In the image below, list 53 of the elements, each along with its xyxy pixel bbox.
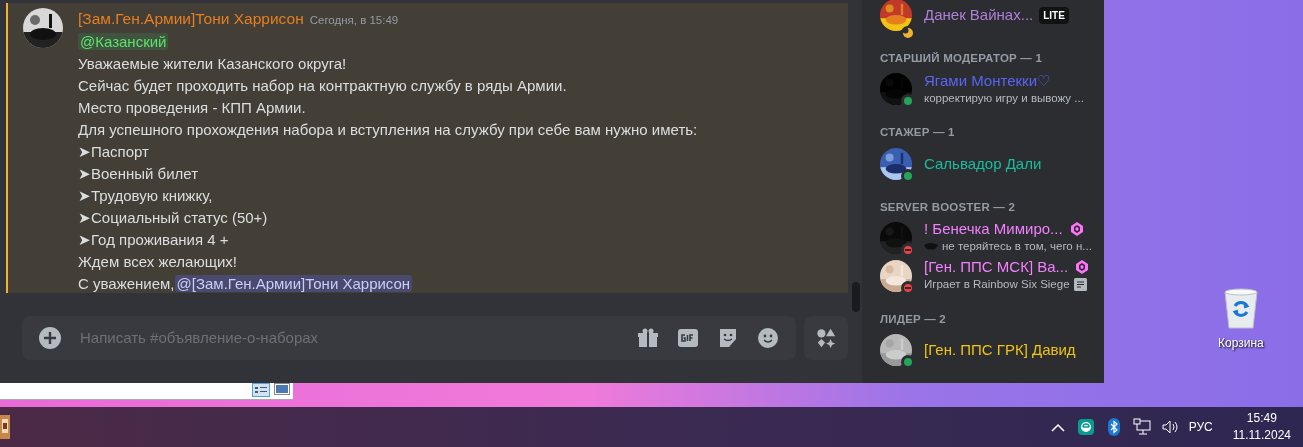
member-name: Данек Вайнах... (924, 6, 1034, 24)
apps-icon[interactable] (815, 327, 837, 349)
apps-button[interactable] (804, 316, 848, 360)
group-header: ЛИДЕР — 2 (880, 311, 947, 327)
badge-label: LITE (1039, 6, 1069, 24)
desktop-icon-label[interactable]: Корзина (1218, 334, 1264, 352)
network-icon[interactable] (1132, 418, 1151, 436)
shield-app-icon[interactable] (1076, 418, 1095, 436)
image-view-icon[interactable] (274, 383, 290, 395)
member-activity: корректирую игру и вывожу ... (924, 90, 1084, 106)
clock-time[interactable]: 15:49 (1246, 410, 1277, 427)
group-header: SERVER BOOSTER — 2 (880, 199, 1017, 215)
message-line: Для успешного прохождения набора и вступления на службу при себе вам нужно иметь: (78, 120, 698, 140)
message-line: ➤Год проживания 4 + (78, 230, 230, 250)
add-icon[interactable] (38, 326, 62, 350)
member-activity: Играет в Rainbow Six Siege (924, 277, 1070, 293)
message-timestamp: Сегодня, в 15:49 (309, 14, 399, 26)
member-name: [Ген. ППС МСК] Ва... (924, 258, 1069, 277)
member-name: Ягами Монтекки♡ (924, 71, 1050, 90)
role-mention[interactable]: @Казанский (78, 33, 169, 50)
volume-icon[interactable] (1160, 418, 1179, 436)
member-row[interactable]: Ягами Монтекки♡ корректирую игру и вывожу ... (880, 70, 1096, 109)
message-line: ➤Трудовую книжку, (78, 186, 214, 206)
message-input[interactable]: Написать #объявление-о-наборах (78, 325, 620, 351)
emoji-icon[interactable] (756, 326, 780, 350)
message-line: ➤Паспорт (78, 142, 150, 162)
message-line: Место проведения - КПП Армии. (78, 98, 307, 118)
member-name: Сальвадор Дали (924, 154, 1042, 173)
message-line: Сейчас будет проходить набор на контрактную службу в ряды Армии. (78, 76, 568, 96)
member-row[interactable]: Сальвадор Дали (880, 144, 1096, 183)
language-indicator[interactable]: РУС (1188, 418, 1213, 436)
member-row[interactable]: [Ген. ППС МСК] Ва... Играет в Rainbow Six Siege (880, 256, 1096, 295)
member-row[interactable]: ! Бенечка Мимиро... не теряйтесь в том, чего н... (880, 218, 1096, 257)
gif-icon[interactable] (676, 326, 700, 350)
gift-icon[interactable] (636, 326, 660, 350)
clock-date[interactable]: 11.11.2024 (1232, 427, 1291, 444)
member-name: [Ген. ППС ГРК] Давид (924, 341, 1076, 359)
member-name: ! Бенечка Мимиро... (924, 220, 1063, 239)
author-name[interactable]: [Зам.Ген.Армии]Тони Харрисон (78, 10, 304, 27)
message-composer[interactable]: Написать #объявление-о-наборах (22, 316, 796, 360)
message-line: С уважением, (78, 275, 175, 292)
scrollbar-thumb[interactable] (852, 282, 860, 312)
message-line: ➤Военный билет (78, 164, 200, 184)
message-line: Ждем всех желающих! (78, 252, 239, 272)
message-line: ➤Социальный статус (50+) (78, 208, 269, 228)
group-header: СТАЖЕР — 1 (880, 125, 956, 141)
message-line: Уважаемые жители Казанского округа! (78, 54, 348, 74)
taskbar-app-icon[interactable] (0, 415, 10, 439)
list-view-icon[interactable] (252, 383, 270, 397)
user-mention[interactable]: @[Зам.Ген.Армии]Тони Харрисон (174, 275, 413, 292)
member-row[interactable]: [Ген. ППС ГРК] Давид (880, 331, 1096, 369)
member-activity: не теряйтесь в том, чего н... (942, 239, 1092, 255)
group-header: СТАРШИЙ МОДЕРАТОР — 1 (880, 51, 1044, 66)
